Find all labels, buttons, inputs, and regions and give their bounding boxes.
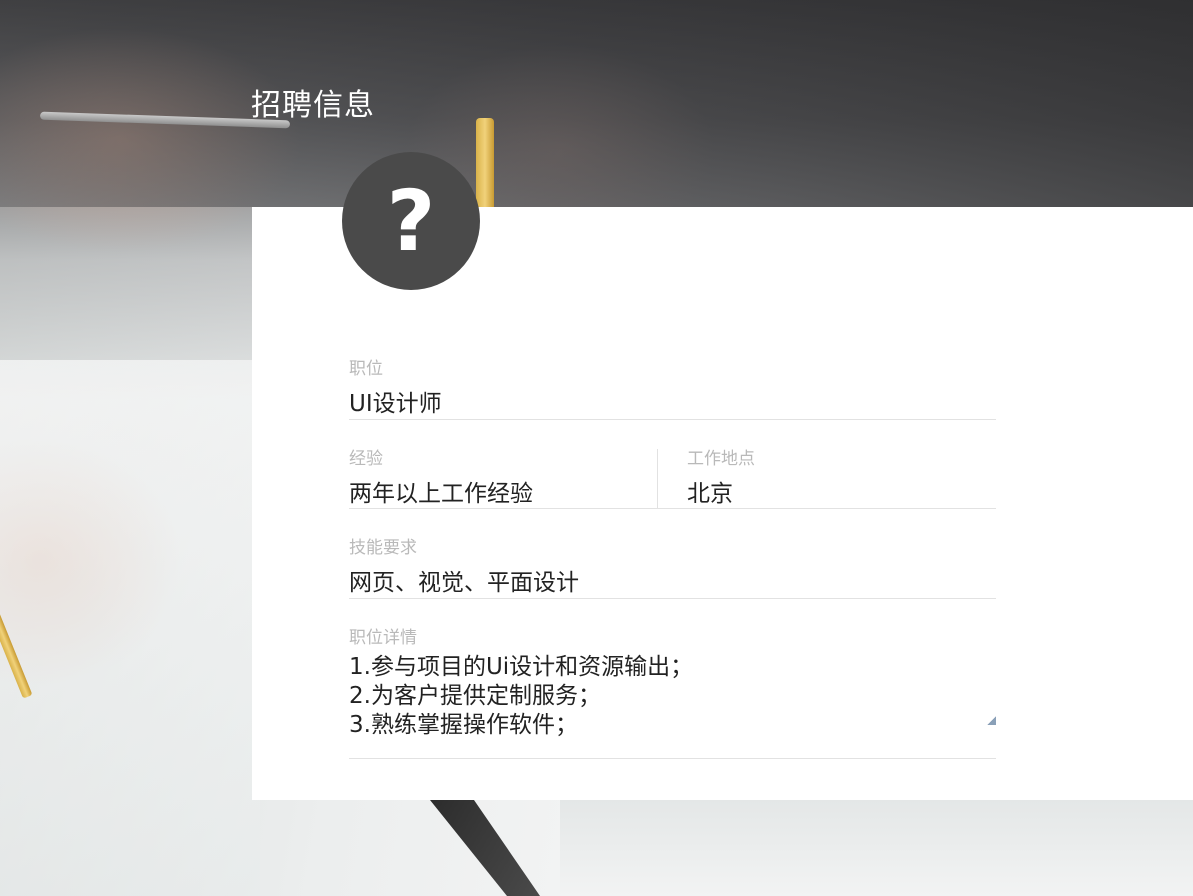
experience-value[interactable]: 两年以上工作经验 — [349, 474, 533, 508]
experience-field[interactable]: 经验 两年以上工作经验 — [349, 444, 659, 509]
details-line: 2.为客户提供定制服务； — [349, 683, 601, 709]
skills-field[interactable]: 技能要求 网页、视觉、平面设计 — [349, 533, 996, 599]
details-label: 职位详情 — [349, 628, 417, 648]
background-paper — [0, 360, 260, 896]
skills-label: 技能要求 — [349, 538, 417, 558]
skills-value[interactable]: 网页、视觉、平面设计 — [349, 563, 579, 597]
question-mark-icon[interactable]: ? — [342, 152, 480, 290]
position-field[interactable]: 职位 UI设计师 — [349, 354, 996, 420]
location-label: 工作地点 — [687, 449, 755, 469]
details-line: 1.参与项目的Ui设计和资源输出； — [349, 654, 694, 680]
details-text[interactable]: 1.参与项目的Ui设计和资源输出； 2.为客户提供定制服务； 3.熟练掌握操作软… — [349, 653, 693, 740]
location-value[interactable]: 北京 — [687, 474, 733, 508]
details-line: 3.熟练掌握操作软件； — [349, 712, 578, 738]
resize-handle-icon[interactable] — [987, 716, 996, 725]
background-shade — [0, 0, 1193, 207]
background-desk — [560, 800, 1193, 896]
position-label: 职位 — [349, 359, 383, 379]
location-field[interactable]: 工作地点 北京 — [658, 444, 996, 509]
experience-label: 经验 — [349, 449, 383, 469]
background-pencil — [476, 118, 494, 208]
details-textarea[interactable]: 职位详情 1.参与项目的Ui设计和资源输出； 2.为客户提供定制服务； 3.熟练… — [349, 623, 996, 759]
position-value[interactable]: UI设计师 — [349, 384, 442, 418]
page-title: 招聘信息 — [251, 88, 375, 123]
